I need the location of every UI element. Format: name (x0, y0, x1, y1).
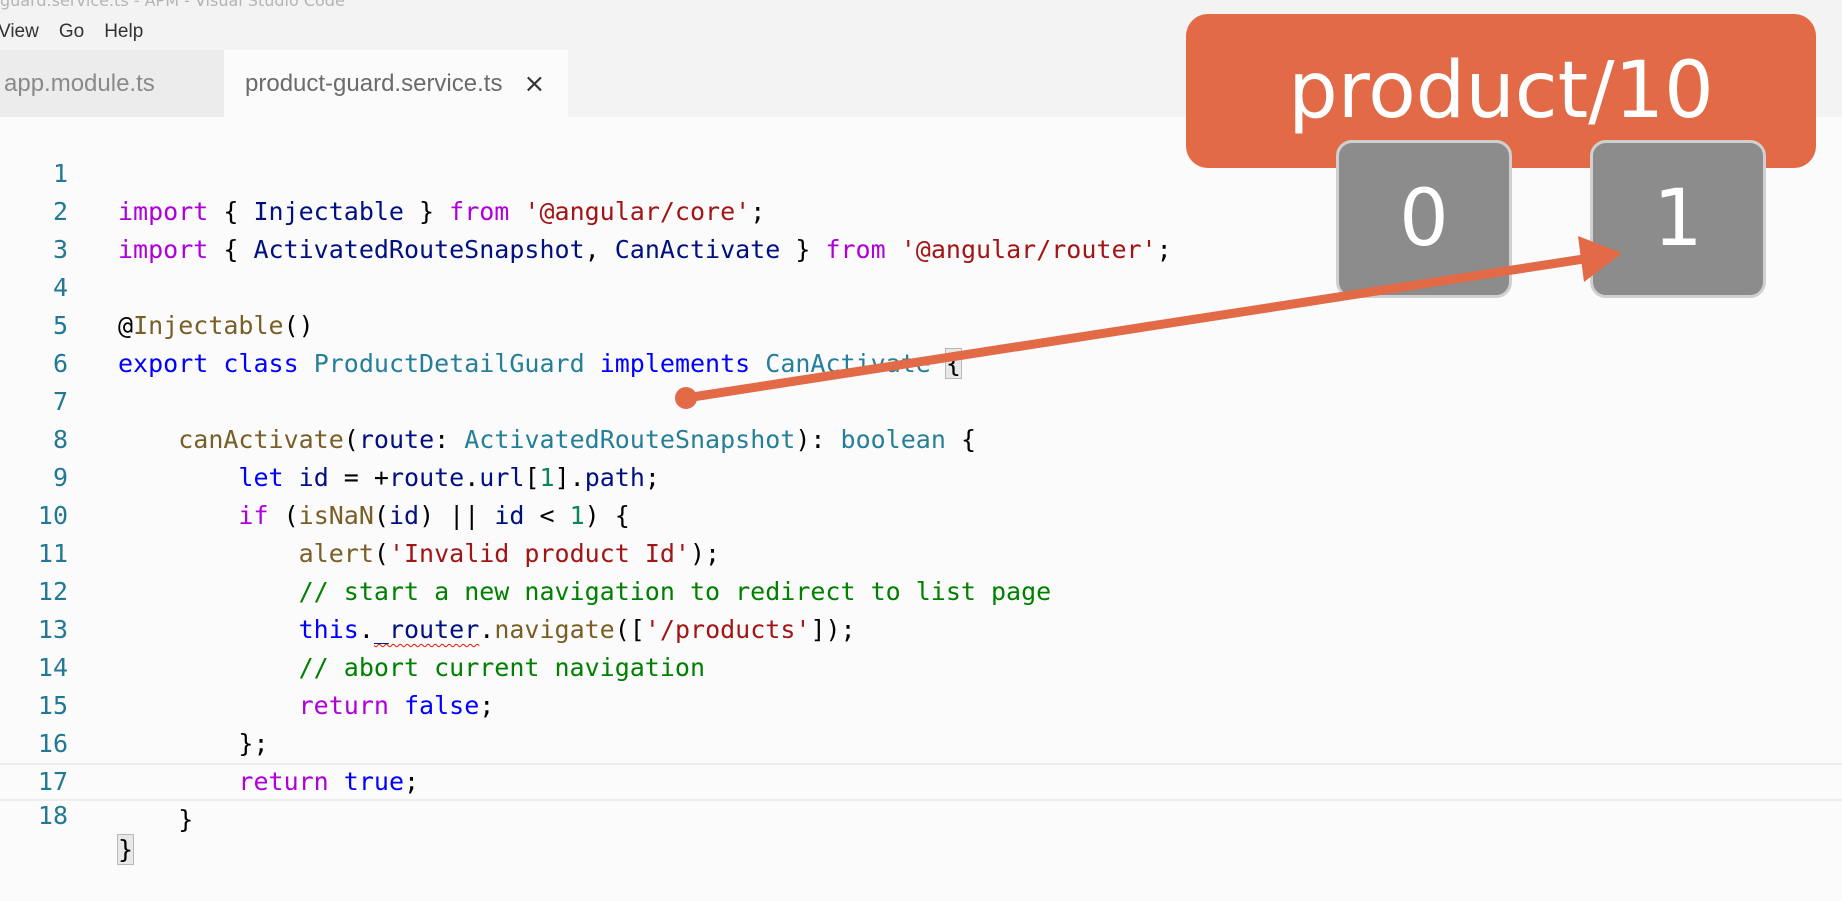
code-line: 8 let id = +route.url[1].path; (0, 383, 1842, 492)
code-line: 9 if (isNaN(id) || id < 1) { (0, 421, 1842, 530)
tab-label: product-guard.service.ts (245, 69, 503, 97)
code-line: 11 // start a new navigation to redirect… (0, 497, 1842, 606)
url-segment-index: 0 (1399, 174, 1449, 264)
menu-go[interactable]: Go (59, 21, 84, 43)
code-line: 12 this._router.navigate(['/products']); (0, 535, 1842, 644)
tab-label: app.module.ts (4, 69, 155, 97)
code-line: 3 (0, 193, 1842, 264)
code-line: 17 } (0, 725, 1842, 834)
url-segment-1: 1 (1590, 140, 1766, 298)
url-segment-index: 1 (1653, 174, 1703, 264)
line-number: 18 (37, 801, 68, 830)
close-icon[interactable]: × (523, 69, 545, 99)
code-line: 5 export class ProductDetailGuard implem… (0, 269, 1842, 379)
code-line: 6 (0, 307, 1842, 378)
window-title: guard.service.ts - APM - Visual Studio C… (0, 0, 345, 10)
window-title-bar: guard.service.ts - APM - Visual Studio C… (0, 0, 1842, 14)
code-line: 16 return true; (0, 687, 1842, 796)
url-segment-0: 0 (1336, 140, 1512, 298)
tab-app-module[interactable]: app.module.ts (0, 50, 224, 117)
code-line: 7 canActivate(route: ActivatedRouteSnaps… (0, 345, 1842, 454)
code-line: 10 alert('Invalid product Id'); (0, 459, 1842, 568)
menu-help[interactable]: Help (104, 21, 143, 43)
code-line: 13 // abort current navigation (0, 573, 1842, 682)
tab-product-guard-service[interactable]: product-guard.service.ts × (224, 50, 568, 117)
code-line-current: 18 } (0, 763, 1842, 865)
menu-view[interactable]: View (0, 21, 39, 43)
code-line: 4 @Injectable() (0, 231, 1842, 340)
code-editor[interactable]: 1 import { Injectable } from '@angular/c… (0, 117, 1842, 870)
code-line: 15 }; (0, 649, 1842, 758)
code-line: 14 return false; (0, 611, 1842, 720)
code-text: } (116, 834, 135, 865)
